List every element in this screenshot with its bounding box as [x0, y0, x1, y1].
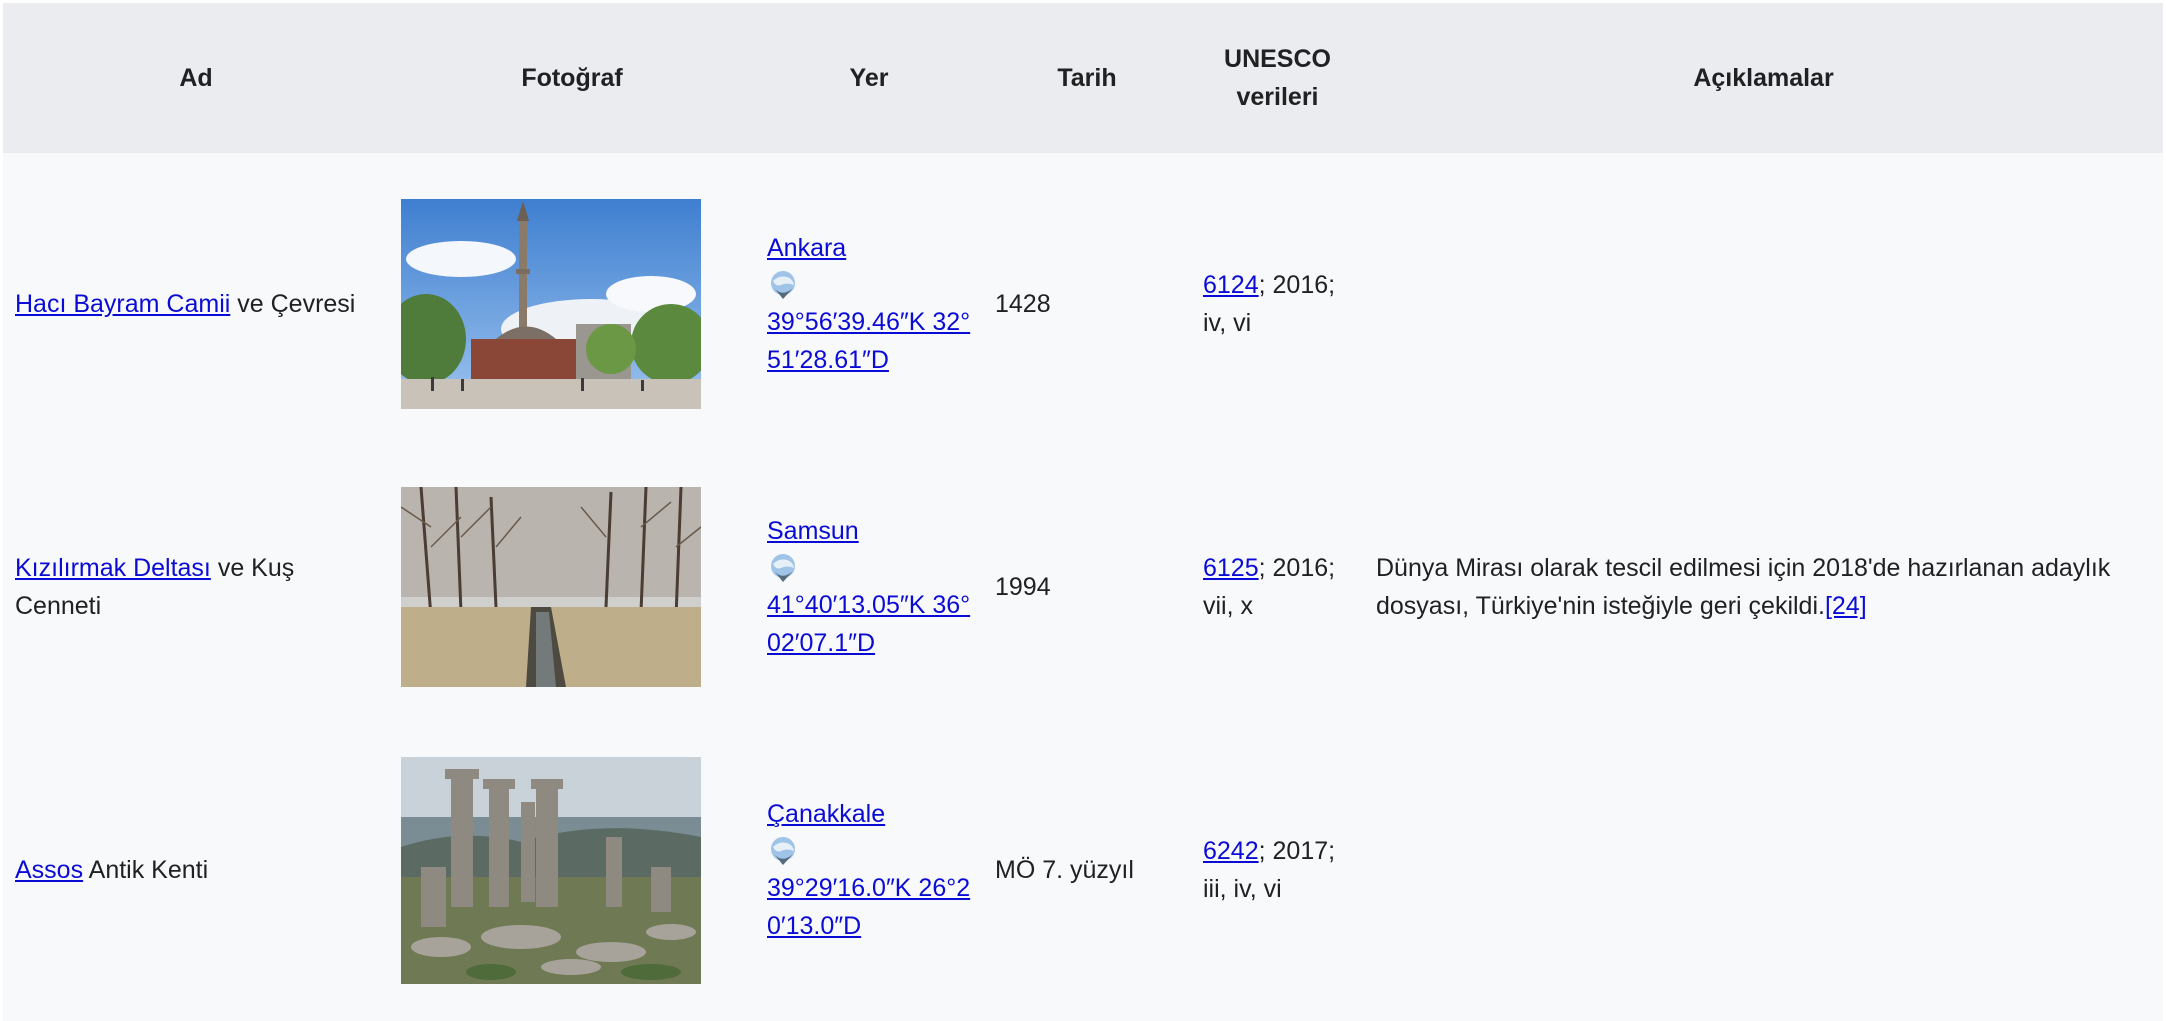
cell-place: Samsun 41°40′13.05″K 36°02′07.1″D: [755, 455, 983, 719]
globe-icon[interactable]: [767, 835, 799, 867]
heritage-table: Ad Fotoğraf Yer Tarih UNESCO verileri Aç…: [3, 3, 2163, 1021]
header-ad[interactable]: Ad: [3, 3, 389, 153]
site-name-link[interactable]: Hacı Bayram Camii: [15, 290, 230, 318]
note-text: Dünya Mirası olarak tescil edilmesi için…: [1376, 554, 2111, 620]
unesco-id-link[interactable]: 6125: [1203, 554, 1259, 582]
header-unesco[interactable]: UNESCO verileri: [1191, 3, 1364, 153]
note-reference-link[interactable]: [24]: [1825, 592, 1867, 620]
ancient-columns-photo[interactable]: [401, 756, 701, 984]
cell-name: Hacı Bayram Camii ve Çevresi: [3, 153, 389, 455]
cell-note: [1364, 719, 2163, 1021]
place-link[interactable]: Ankara: [767, 234, 846, 262]
header-tarih[interactable]: Tarih: [983, 3, 1191, 153]
unesco-id-link[interactable]: 6124: [1203, 271, 1259, 299]
globe-icon[interactable]: [767, 269, 799, 301]
table-header-row: Ad Fotoğraf Yer Tarih UNESCO verileri Aç…: [3, 3, 2163, 153]
header-unesco-line2: verileri: [1236, 83, 1319, 111]
unesco-criteria: vii, x: [1203, 592, 1253, 620]
cell-date: 1994: [995, 573, 1051, 601]
cell-photo: [389, 719, 755, 1021]
unesco-criteria: iv, vi: [1203, 309, 1252, 337]
coordinates-link[interactable]: 39°56′39.46″K 32°51′28.61″D: [767, 308, 970, 374]
mosque-photo[interactable]: [401, 199, 701, 409]
heritage-table-container: Ad Fotoğraf Yer Tarih UNESCO verileri Aç…: [3, 3, 2163, 1021]
cell-name: Kızılırmak Deltası ve Kuş Cenneti: [3, 455, 389, 719]
place-link[interactable]: Samsun: [767, 517, 859, 545]
unesco-year: ; 2016;: [1258, 271, 1336, 299]
cell-place: Ankara 39°56′39.46″K 32°51′28.61″D: [755, 153, 983, 455]
coordinates-link[interactable]: 39°29′16.0″K 26°20′13.0″D: [767, 874, 970, 940]
delta-forest-photo[interactable]: [401, 487, 701, 687]
unesco-criteria: iii, iv, vi: [1203, 875, 1282, 903]
table-row: Hacı Bayram Camii ve Çevresi Ankara 39°5…: [3, 153, 2163, 455]
site-name-rest: ve Çevresi: [230, 290, 356, 318]
globe-icon[interactable]: [767, 552, 799, 584]
coordinates-link[interactable]: 41°40′13.05″K 36°02′07.1″D: [767, 591, 970, 657]
cell-unesco: 6242; 2017; iii, iv, vi: [1191, 719, 1364, 1021]
cell-unesco: 6124; 2016; iv, vi: [1191, 153, 1364, 455]
cell-date: MÖ 7. yüzyıl: [995, 856, 1134, 884]
site-name-link[interactable]: Assos: [15, 856, 83, 884]
unesco-year: ; 2016;: [1258, 554, 1336, 582]
cell-photo: [389, 455, 755, 719]
unesco-id-link[interactable]: 6242: [1203, 837, 1259, 865]
cell-name: Assos Antik Kenti: [3, 719, 389, 1021]
table-row: Kızılırmak Deltası ve Kuş Cenneti Samsun…: [3, 455, 2163, 719]
header-yer[interactable]: Yer: [755, 3, 983, 153]
header-unesco-line1: UNESCO: [1224, 45, 1331, 73]
cell-photo: [389, 153, 755, 455]
cell-note: Dünya Mirası olarak tescil edilmesi için…: [1364, 455, 2163, 719]
site-name-rest: Antik Kenti: [83, 856, 209, 884]
cell-date: 1428: [995, 290, 1051, 318]
header-fotograf[interactable]: Fotoğraf: [389, 3, 755, 153]
cell-place: Çanakkale 39°29′16.0″K 26°20′13.0″D: [755, 719, 983, 1021]
unesco-year: ; 2017;: [1258, 837, 1336, 865]
place-link[interactable]: Çanakkale: [767, 800, 885, 828]
cell-unesco: 6125; 2016; vii, x: [1191, 455, 1364, 719]
table-row: Assos Antik Kenti Çanakkale 39°29′16.0″K…: [3, 719, 2163, 1021]
cell-note: [1364, 153, 2163, 455]
site-name-link[interactable]: Kızılırmak Deltası: [15, 554, 211, 582]
header-aciklamalar[interactable]: Açıklamalar: [1364, 3, 2163, 153]
